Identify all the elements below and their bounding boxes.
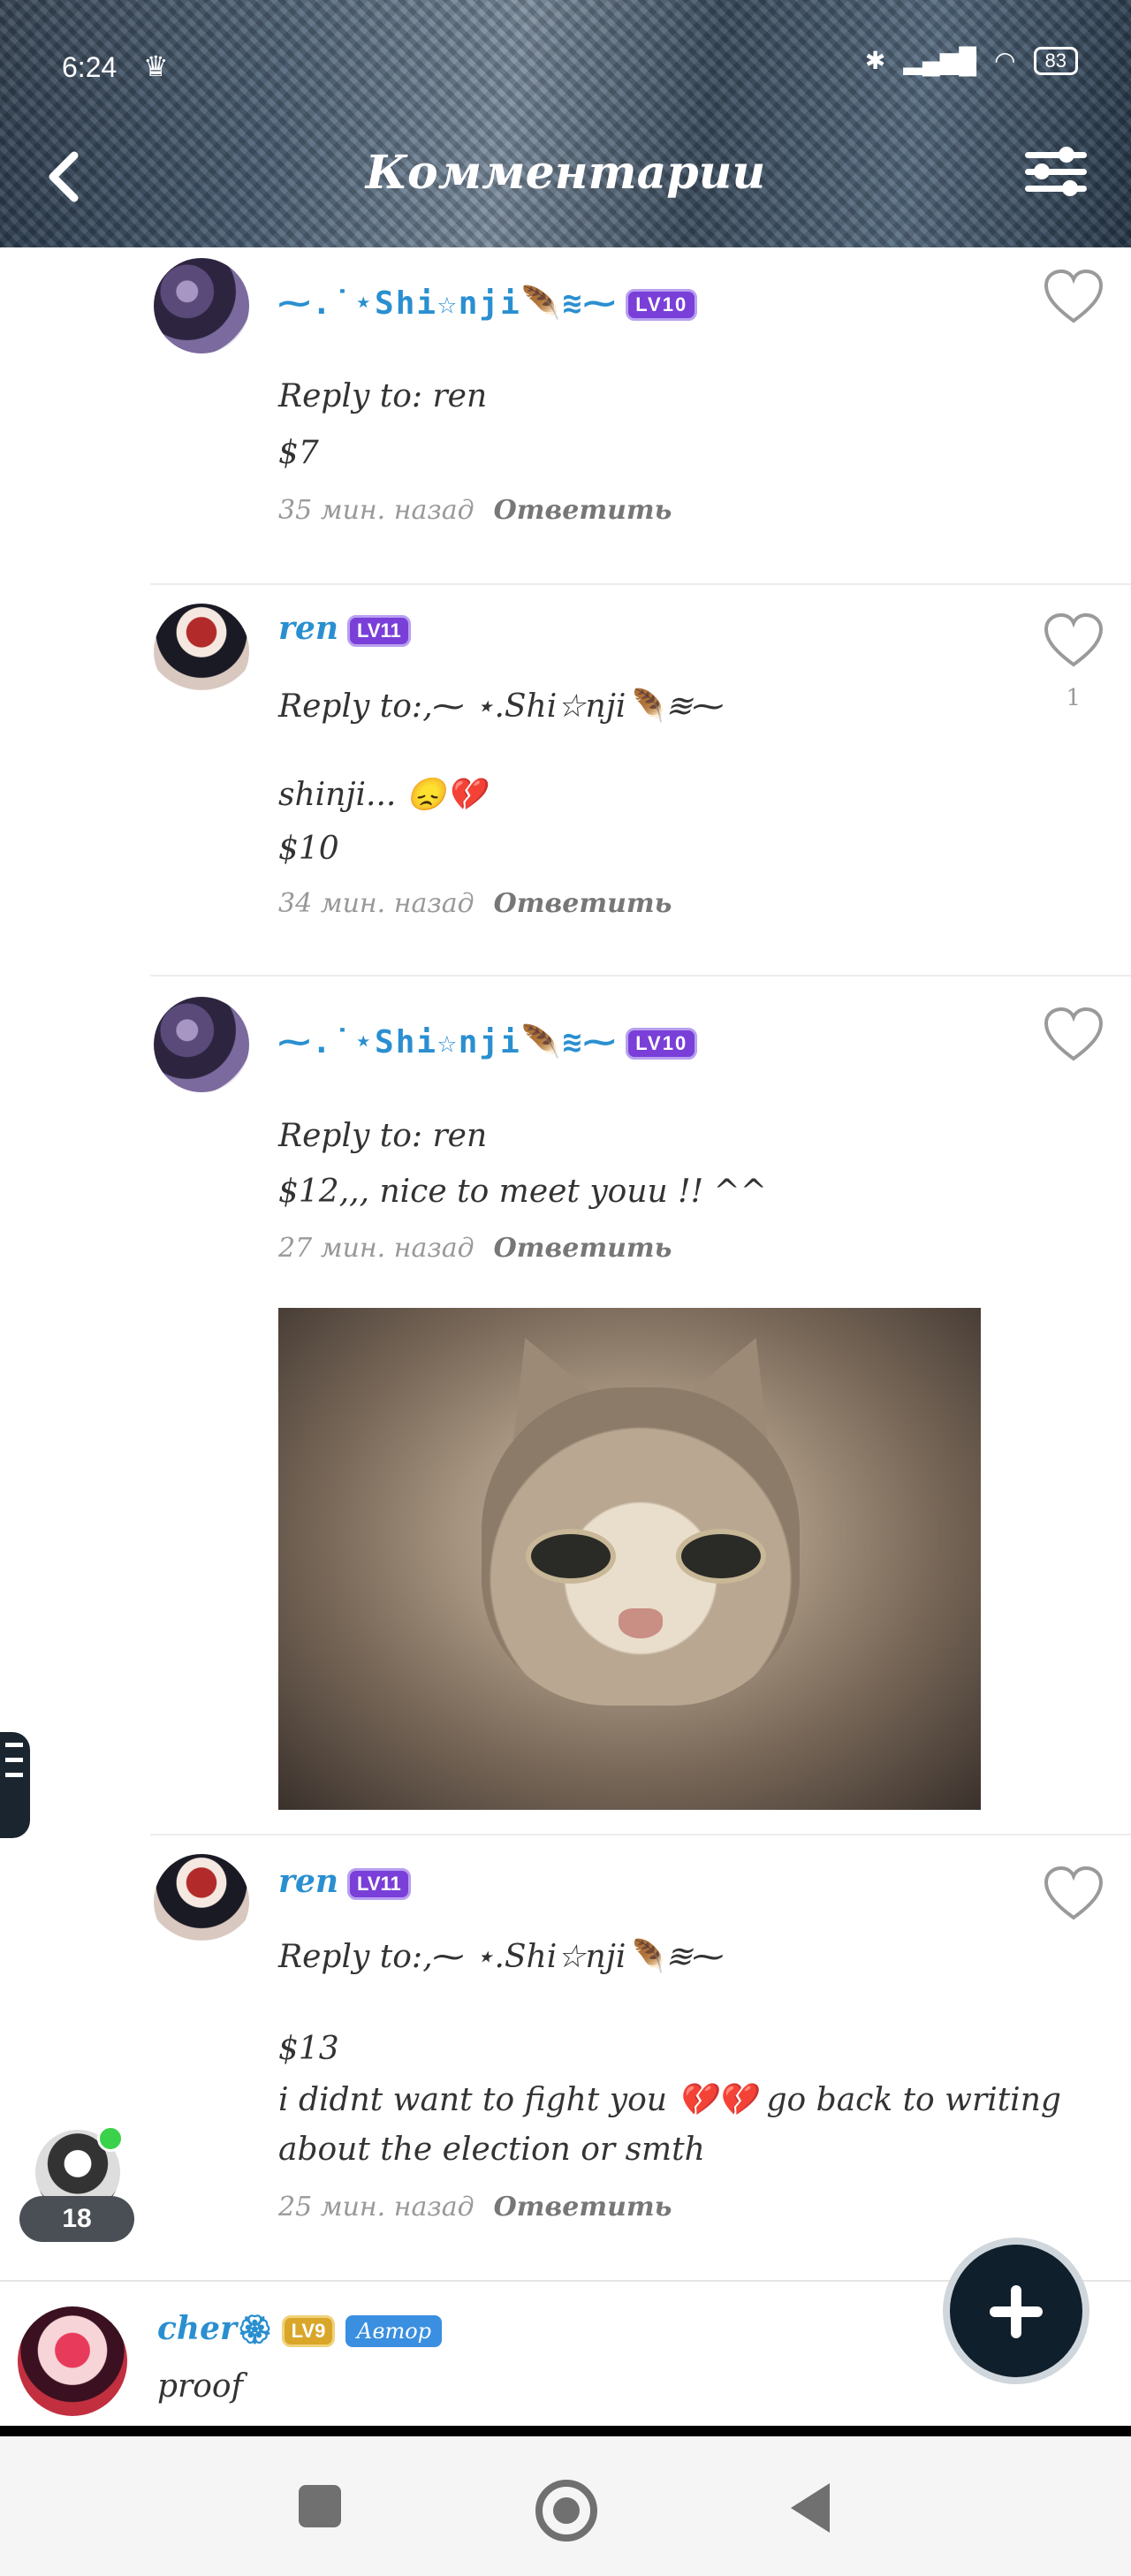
comment-text: shinji... 😞💔 [278, 777, 486, 813]
app-header: 6:24 ♛ ✱ ▂▄▆█ ◠ 83 Комментарии [0, 0, 1131, 247]
comment-image-cat[interactable] [278, 1308, 981, 1810]
cat-eye [676, 1529, 766, 1584]
comment-username[interactable]: ⁓.˙⋆Shi☆nji🪶≋⁓ LV10 [278, 285, 698, 322]
cat-eye [526, 1529, 616, 1584]
crown-icon: ♛ [143, 49, 169, 83]
battery-icon: 83 [1033, 46, 1078, 75]
avatar[interactable] [154, 258, 249, 353]
side-menu-tab[interactable] [0, 1732, 30, 1838]
comment-time: 25 мин. назад [278, 2192, 474, 2223]
wifi-icon: ◠ [994, 47, 1016, 74]
comment-text: $12,,, nice to meet youu !! ^^ [278, 1174, 767, 1210]
comment-meta: 35 мин. назад Ответить [278, 495, 672, 526]
reply-button[interactable]: Ответить [494, 2192, 672, 2223]
comment-text: about the election or smth [278, 2131, 705, 2168]
level-badge: LV10 [626, 1028, 698, 1060]
like-heart-icon[interactable] [1043, 1865, 1104, 1921]
reply-to-text: Reply to: ren [278, 1118, 488, 1154]
avatar[interactable] [154, 1854, 249, 1949]
comment-text: $7 [278, 435, 319, 471]
comment-text: proof [157, 2368, 243, 2405]
online-count[interactable]: 18 [19, 2196, 134, 2242]
divider [150, 975, 1131, 976]
divider [150, 1834, 1131, 1835]
like-heart-icon[interactable] [1043, 1006, 1104, 1062]
reply-to-text: Reply to:‚⁓ ⋆.Shi☆nji🪶≋⁓ [278, 1939, 725, 1975]
status-time: 6:24 [62, 51, 118, 83]
flower-icon: 🏵 [236, 2313, 273, 2346]
cat-face [482, 1387, 800, 1706]
reply-button[interactable]: Ответить [494, 495, 672, 526]
comment-text: i didnt want to fight you 💔💔 go back to … [278, 2082, 1061, 2118]
level-badge: LV11 [347, 1868, 411, 1900]
divider [150, 583, 1131, 585]
comment-meta: 25 мин. назад Ответить [278, 2192, 672, 2223]
reply-to-text: Reply to:‚⁓ ⋆.Shi☆nji🪶≋⁓ [278, 688, 725, 725]
avatar[interactable] [18, 2306, 127, 2416]
navbar-divider [0, 2426, 1131, 2436]
back-button[interactable] [791, 2483, 830, 2533]
home-button[interactable] [535, 2480, 597, 2542]
comment-time: 27 мин. назад [278, 1233, 474, 1264]
status-icons: ✱ ▂▄▆█ ◠ 83 [865, 46, 1078, 75]
level-badge: LV9 [281, 2315, 336, 2347]
online-indicator [97, 2125, 124, 2152]
comment-meta: 27 мин. назад Ответить [278, 1233, 672, 1264]
reply-button[interactable]: Ответить [494, 1233, 672, 1264]
comment-username[interactable]: ⁓.˙⋆Shi☆nji🪶≋⁓ LV10 [278, 1023, 698, 1060]
level-badge: LV10 [626, 289, 698, 321]
recent-apps-button[interactable] [299, 2485, 341, 2527]
comment-username[interactable]: ren LV11 [278, 1863, 411, 1900]
cat-nose [619, 1608, 663, 1638]
comment-text: $10 [278, 831, 339, 867]
comment-text: $13 [278, 2031, 339, 2067]
reply-to-text: Reply to: ren [278, 378, 488, 414]
like-heart-icon[interactable] [1043, 612, 1104, 668]
author-badge: Автор [345, 2315, 443, 2347]
comment-username[interactable]: cher🏵 LV9 Автор [157, 2310, 443, 2347]
comment-time: 35 мин. назад [278, 495, 474, 526]
reply-button[interactable]: Ответить [494, 888, 672, 919]
comment-username[interactable]: ren LV11 [278, 610, 411, 647]
like-count: 1 [1066, 685, 1081, 711]
level-badge: LV11 [347, 615, 411, 647]
avatar[interactable] [154, 604, 249, 699]
comment-meta: 34 мин. назад Ответить [278, 888, 672, 919]
page-title: Комментарии [365, 146, 766, 200]
comment-time: 34 мин. назад [278, 888, 474, 919]
signal-icon: ▂▄▆█ [903, 47, 977, 74]
avatar[interactable] [154, 997, 249, 1092]
like-heart-icon[interactable] [1043, 268, 1104, 324]
bluetooth-icon: ✱ [864, 47, 886, 74]
filter-settings-icon[interactable] [1025, 147, 1087, 205]
add-button[interactable] [950, 2245, 1082, 2377]
